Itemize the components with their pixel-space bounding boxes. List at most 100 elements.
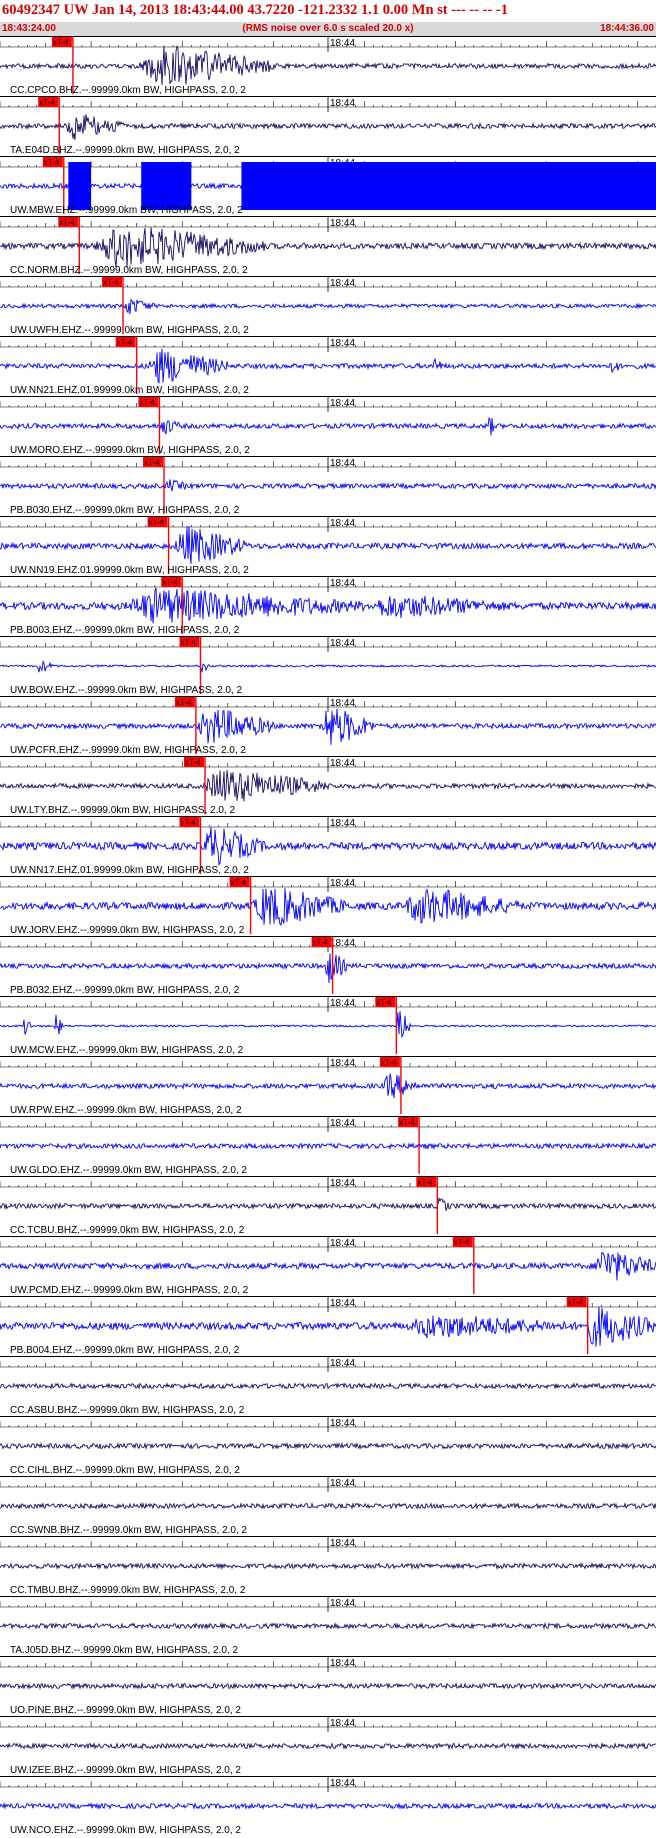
waveform bbox=[0, 298, 656, 315]
waveform bbox=[0, 1621, 656, 1631]
trace-panel: 18:44 xT-4 UW.MCW.EHZ.--.99999.0km BW, HIG… bbox=[0, 996, 656, 1056]
pick-label: xT-4 bbox=[162, 578, 178, 587]
channel-label: UW.JORV.EHZ.--.99999.0km BW, HIGHPASS, 2… bbox=[10, 925, 245, 936]
saturated-block bbox=[141, 162, 192, 210]
minute-label: 18:44 bbox=[330, 338, 355, 349]
trace-panel: 18:44 TA.J05D.BHZ.--.99999.0km BW, HIGHPA… bbox=[0, 1596, 656, 1656]
pick-label: xT-4 bbox=[231, 878, 247, 887]
minute-label: 18:44 bbox=[330, 1118, 355, 1129]
channel-label: UW.MCW.EHZ.--.99999.0km BW, HIGHPASS, 2.… bbox=[10, 1045, 244, 1056]
pick-label: xT-4 bbox=[568, 1298, 584, 1307]
waveform bbox=[0, 1306, 656, 1347]
trace-panel: 18:44 xT-4 UW.NN19.EHZ.01.99999.0km BW, HI… bbox=[0, 516, 656, 576]
channel-label: UW.BOW.EHZ.--.99999.0km BW, HIGHPASS, 2.… bbox=[10, 685, 243, 696]
trace-panel: 18:44 UO.PINE.BHZ.--.99999.0km BW, HIGHPA… bbox=[0, 1656, 656, 1716]
end-time: 18:44:36.00 bbox=[600, 23, 654, 34]
minute-label: 18:44 bbox=[330, 578, 355, 589]
pick-label: xT-4 bbox=[454, 1238, 470, 1247]
waveform bbox=[0, 660, 656, 673]
channel-label: UW.RPW.EHZ.--.99999.0km BW, HIGHPASS, 2.… bbox=[10, 1105, 242, 1116]
channel-label: PB.B003.EHZ.--.99999.0km BW, HIGHPASS, 2… bbox=[10, 625, 240, 636]
channel-label: CC.ASBU.BHZ.--.99999.0km BW, HIGHPASS, 2… bbox=[10, 1405, 245, 1416]
channel-label: TA.E04D.BHZ.--.99999.0km BW, HIGHPASS, 2… bbox=[10, 145, 240, 156]
minute-label: 18:44 bbox=[330, 1238, 355, 1249]
minute-label: 18:44 bbox=[330, 398, 355, 409]
minute-label: 18:44 bbox=[330, 38, 355, 49]
channel-label: UO.PINE.BHZ.--.99999.0km BW, HIGHPASS, 2… bbox=[10, 1705, 241, 1716]
channel-label: UW.NN19.EHZ.01.99999.0km BW, HIGHPASS, 2… bbox=[10, 565, 249, 576]
pick-label: xT-4 bbox=[381, 1058, 397, 1067]
minute-label: 18:44 bbox=[330, 458, 355, 469]
channel-label: CC.TCBU.BHZ.--.99999.0km BW, HIGHPASS, 2… bbox=[10, 1225, 245, 1236]
waveform bbox=[0, 44, 656, 86]
minute-label: 18:44 bbox=[330, 938, 355, 949]
channel-label: CC.NORM.BHZ.--.99999.0km BW, HIGHPASS, 2… bbox=[10, 265, 248, 276]
waveform bbox=[0, 1142, 656, 1150]
minute-label: 18:44 bbox=[330, 1418, 355, 1429]
pick-label: xT-4 bbox=[313, 938, 329, 947]
trace-panel: 18:44 xT-4 UW.PCMD.EHZ.--.99999.0km BW, HI… bbox=[0, 1236, 656, 1296]
minute-label: 18:44 bbox=[330, 1358, 355, 1369]
trace-panel: 18:44 xT-4 UW.PCFR.EHZ.--.99999.0km BW, HI… bbox=[0, 696, 656, 756]
trace-panel: 18:44 UW.IZEE.BHZ.--.99999.0km BW, HIGHPA… bbox=[0, 1716, 656, 1776]
channel-label: CC.TMBU.BHZ.--.99999.0km BW, HIGHPASS, 2… bbox=[10, 1585, 246, 1596]
trace-panel: 18:44 xT-4 UW.RPW.EHZ.--.99999.0km BW, HIG… bbox=[0, 1056, 656, 1116]
trace-panel: 18:44 UW.NCO.EHZ.--.99999.0km BW, HIGHPAS… bbox=[0, 1776, 656, 1836]
trace-panel: 18:44 xT-4 UW.BOW.EHZ.--.99999.0km BW, HIG… bbox=[0, 636, 656, 696]
minute-label: 18:44 bbox=[330, 758, 355, 769]
channel-label: UW.MORO.EHZ.--.99999.0km BW, HIGHPASS, 2… bbox=[10, 445, 250, 456]
pick-label: xT-4 bbox=[53, 38, 69, 47]
event-title: 60492347 UW Jan 14, 2013 18:43:44.00 43.… bbox=[2, 2, 508, 18]
waveform bbox=[0, 888, 656, 926]
trace-panel: 18:44 xT-4 UW.GLDO.EHZ.--.99999.0km BW, HI… bbox=[0, 1116, 656, 1176]
waveform bbox=[0, 1073, 656, 1099]
channel-label: UW.IZEE.BHZ.--.99999.0km BW, HIGHPASS, 2… bbox=[10, 1765, 241, 1776]
trace-panel: 18:44 xT-4 UW.NN21.EHZ.01.99999.0km BW, HI… bbox=[0, 336, 656, 396]
channel-label: CC.CPCO.BHZ.--.99999.0km BW, HIGHPASS, 2… bbox=[10, 85, 246, 96]
pick-label: xT-4 bbox=[149, 518, 165, 527]
pick-label: xT-4 bbox=[417, 1178, 433, 1187]
waveform bbox=[0, 1681, 656, 1691]
minute-label: 18:44 bbox=[330, 1478, 355, 1489]
pick-label: xT-4 bbox=[376, 998, 392, 1007]
channel-label: CC.SWNB.BHZ.--.99999.0km BW, HIGHPASS, 2… bbox=[10, 1525, 248, 1536]
pick-label: xT-4 bbox=[39, 98, 55, 107]
minute-label: 18:44 bbox=[330, 998, 355, 1009]
waveform bbox=[0, 1562, 656, 1570]
waveform bbox=[0, 1741, 656, 1751]
channel-label: PB.B032.EHZ.--.99999.0km BW, HIGHPASS, 2… bbox=[10, 985, 240, 996]
trace-panel: 18:44 xT-4 PB.B004.EHZ.--.99999.0km BW, HI… bbox=[0, 1296, 656, 1356]
noise-note: (RMS noise over 6.0 s scaled 20.0 x) bbox=[242, 23, 414, 34]
minute-label: 18:44 bbox=[330, 1598, 355, 1609]
trace-panel: 18:44 xT-4 UW.NN17.EHZ.01.99999.0km BW, HI… bbox=[0, 816, 656, 876]
waveform bbox=[0, 1196, 656, 1211]
waveform bbox=[0, 708, 656, 745]
pick-label: xT-4 bbox=[176, 698, 192, 707]
minute-label: 18:44 bbox=[330, 1538, 355, 1549]
plot-header: 60492347 UW Jan 14, 2013 18:43:44.00 43.… bbox=[0, 0, 656, 36]
channel-label: UW.PCFR.EHZ.--.99999.0km BW, HIGHPASS, 2… bbox=[10, 745, 246, 756]
waveform bbox=[0, 769, 656, 802]
waveform bbox=[0, 953, 656, 984]
channel-label: UW.NN21.EHZ.01.99999.0km BW, HIGHPASS, 2… bbox=[10, 385, 249, 396]
pick-label: xT-4 bbox=[139, 398, 155, 407]
waveform bbox=[0, 1441, 656, 1451]
pick-label: xT-4 bbox=[44, 158, 60, 167]
waveform bbox=[0, 826, 656, 867]
trace-panel: 18:44 CC.TMBU.BHZ.--.99999.0km BW, HIGHPA… bbox=[0, 1536, 656, 1596]
trace-panel: 18:44 xT-4 CC.TCBU.BHZ.--.99999.0km BW, HI… bbox=[0, 1176, 656, 1236]
waveform bbox=[0, 348, 656, 384]
minute-label: 18:44 bbox=[330, 698, 355, 709]
trace-panel: 18:44 xT-4 UW.UWFH.EHZ.--.99999.0km BW, HI… bbox=[0, 276, 656, 336]
waveform bbox=[0, 227, 656, 268]
saturated-block bbox=[241, 162, 656, 210]
trace-panel: 18:44 CC.CIHL.BHZ.--.99999.0km BW, HIGHPA… bbox=[0, 1416, 656, 1476]
pick-label: xT-4 bbox=[117, 338, 133, 347]
trace-panel: 18:44xT-4 PB.B032.EHZ.--.99999.0km BW, HI… bbox=[0, 936, 656, 996]
minute-label: 18:44 bbox=[330, 1058, 355, 1069]
waveform bbox=[0, 114, 656, 140]
waveform bbox=[0, 587, 656, 624]
trace-panel: 18:44 CC.SWNB.BHZ.--.99999.0km BW, HIGHPA… bbox=[0, 1476, 656, 1536]
trace-panel: 18:44 xT-4 TA.E04D.BHZ.--.99999.0km BW, HI… bbox=[0, 96, 656, 156]
pick-label: xT-4 bbox=[103, 278, 119, 287]
